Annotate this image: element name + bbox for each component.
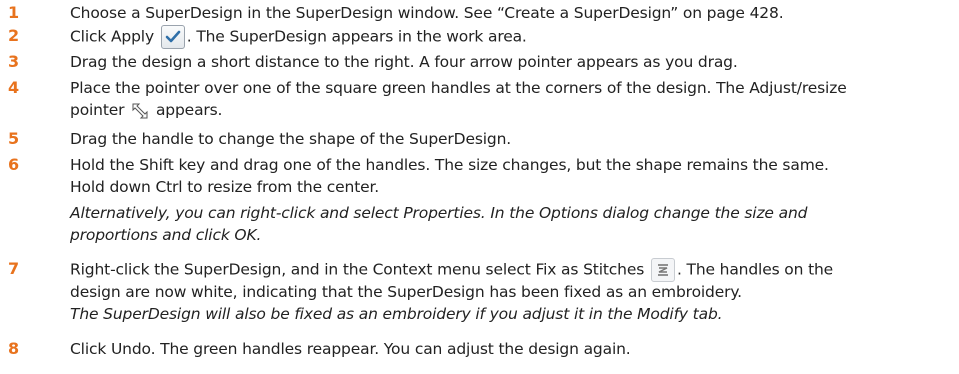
step-text: Click Undo. The green handles reappear. … [70, 340, 631, 358]
step-note-line: Alternatively, you can right-click and s… [70, 204, 808, 222]
step-text-part: pointer [70, 101, 125, 119]
step-number: 5 [8, 129, 20, 148]
step-text-line: Hold down Ctrl to resize from the center… [70, 178, 380, 196]
step-number: 4 [8, 78, 20, 97]
step-text-line: Place the pointer over one of the square… [70, 79, 847, 97]
step-text-line: Right-click the SuperDesign, and in the … [70, 258, 950, 282]
step-text: Drag the design a short distance to the … [70, 53, 738, 71]
step-text-part: Right-click the SuperDesign, and in the … [70, 260, 645, 279]
step-text: Drag the handle to change the shape of t… [70, 130, 512, 148]
step-number: 7 [8, 259, 20, 278]
step-text-part: . The SuperDesign appears in the work ar… [186, 27, 527, 46]
step-text-part: . The handles on the [676, 260, 834, 279]
step-number: 2 [8, 26, 20, 45]
step-text-part: Click Apply [70, 27, 154, 46]
step-text: Click Apply . The SuperDesign appears in… [70, 25, 950, 49]
apply-checkmark-icon [160, 25, 185, 49]
step-number: 1 [8, 3, 20, 22]
step-number: 8 [8, 339, 20, 358]
step-text-line: design are now white, indicating that th… [70, 283, 742, 301]
step-number: 6 [8, 155, 20, 174]
step-text-line: pointer appears. [70, 99, 950, 121]
adjust-resize-pointer-icon [131, 102, 149, 120]
step-text-line: Hold the Shift key and drag one of the h… [70, 156, 829, 174]
step-note-line: proportions and click OK. [70, 226, 262, 244]
step-number: 3 [8, 52, 20, 71]
fix-as-stitches-icon [650, 258, 675, 282]
step-note-line: The SuperDesign will also be fixed as an… [70, 305, 723, 323]
step-text-part: appears. [155, 101, 223, 119]
step-text: Choose a SuperDesign in the SuperDesign … [70, 4, 784, 22]
